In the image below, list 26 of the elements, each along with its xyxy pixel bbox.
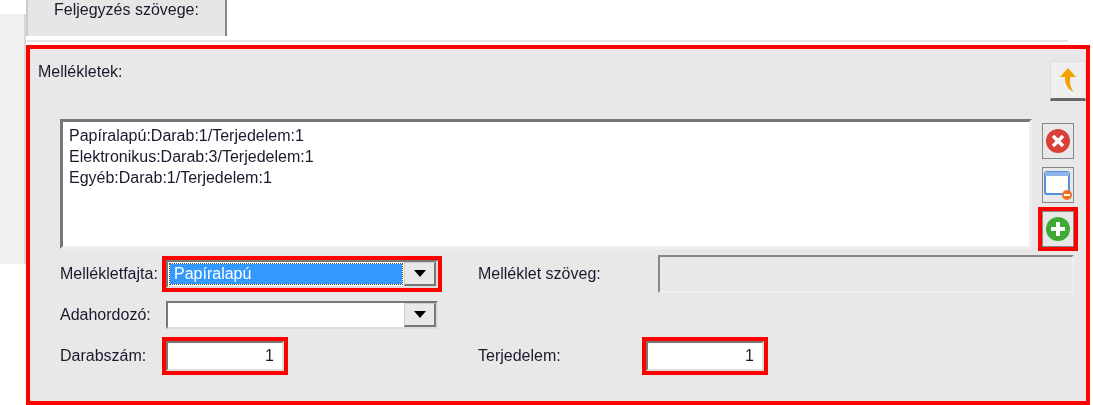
plus-icon — [1045, 216, 1071, 242]
attachment-list[interactable]: Papíralapú:Darab:1/Terjedelem:1 Elektronikus:Darab:3/Terjedelem:1 Egyéb:Darab:1/Terjedelem:1 — [60, 119, 1032, 249]
remove-window-button[interactable] — [1042, 167, 1074, 203]
extent-field[interactable]: 1 — [646, 341, 764, 371]
tab[interactable]: Feljegyzés szövege: — [26, 0, 227, 36]
field-label: Darabszám: — [60, 347, 148, 365]
field-label: Melléklet szöveg: — [478, 265, 602, 283]
field-label: Terjedelem: — [478, 347, 562, 365]
delete-button[interactable] — [1042, 123, 1074, 159]
up-button[interactable] — [1050, 61, 1086, 101]
dropdown-button[interactable] — [404, 303, 436, 327]
caret-icon — [413, 311, 426, 318]
medium-dropdown[interactable] — [166, 301, 438, 329]
close-icon — [1045, 128, 1071, 154]
window-minus-icon — [1043, 169, 1073, 201]
field-label: Mellékletfajta: — [60, 265, 159, 283]
list-item[interactable]: Elektronikus:Darab:3/Terjedelem:1 — [69, 146, 1023, 167]
section-title: Mellékletek: — [38, 63, 123, 81]
list-item[interactable]: Egyéb:Darab:1/Terjedelem:1 — [69, 167, 1023, 188]
arrow-up-icon — [1059, 67, 1077, 93]
list-item[interactable]: Papíralapú:Darab:1/Terjedelem:1 — [69, 125, 1023, 146]
dropdown-button[interactable] — [404, 262, 436, 286]
field-label: Adahordozó: — [60, 306, 152, 324]
count-field[interactable]: 1 — [166, 341, 284, 371]
dropdown-value: Papíralapú — [170, 264, 402, 284]
caret-icon — [413, 270, 426, 277]
